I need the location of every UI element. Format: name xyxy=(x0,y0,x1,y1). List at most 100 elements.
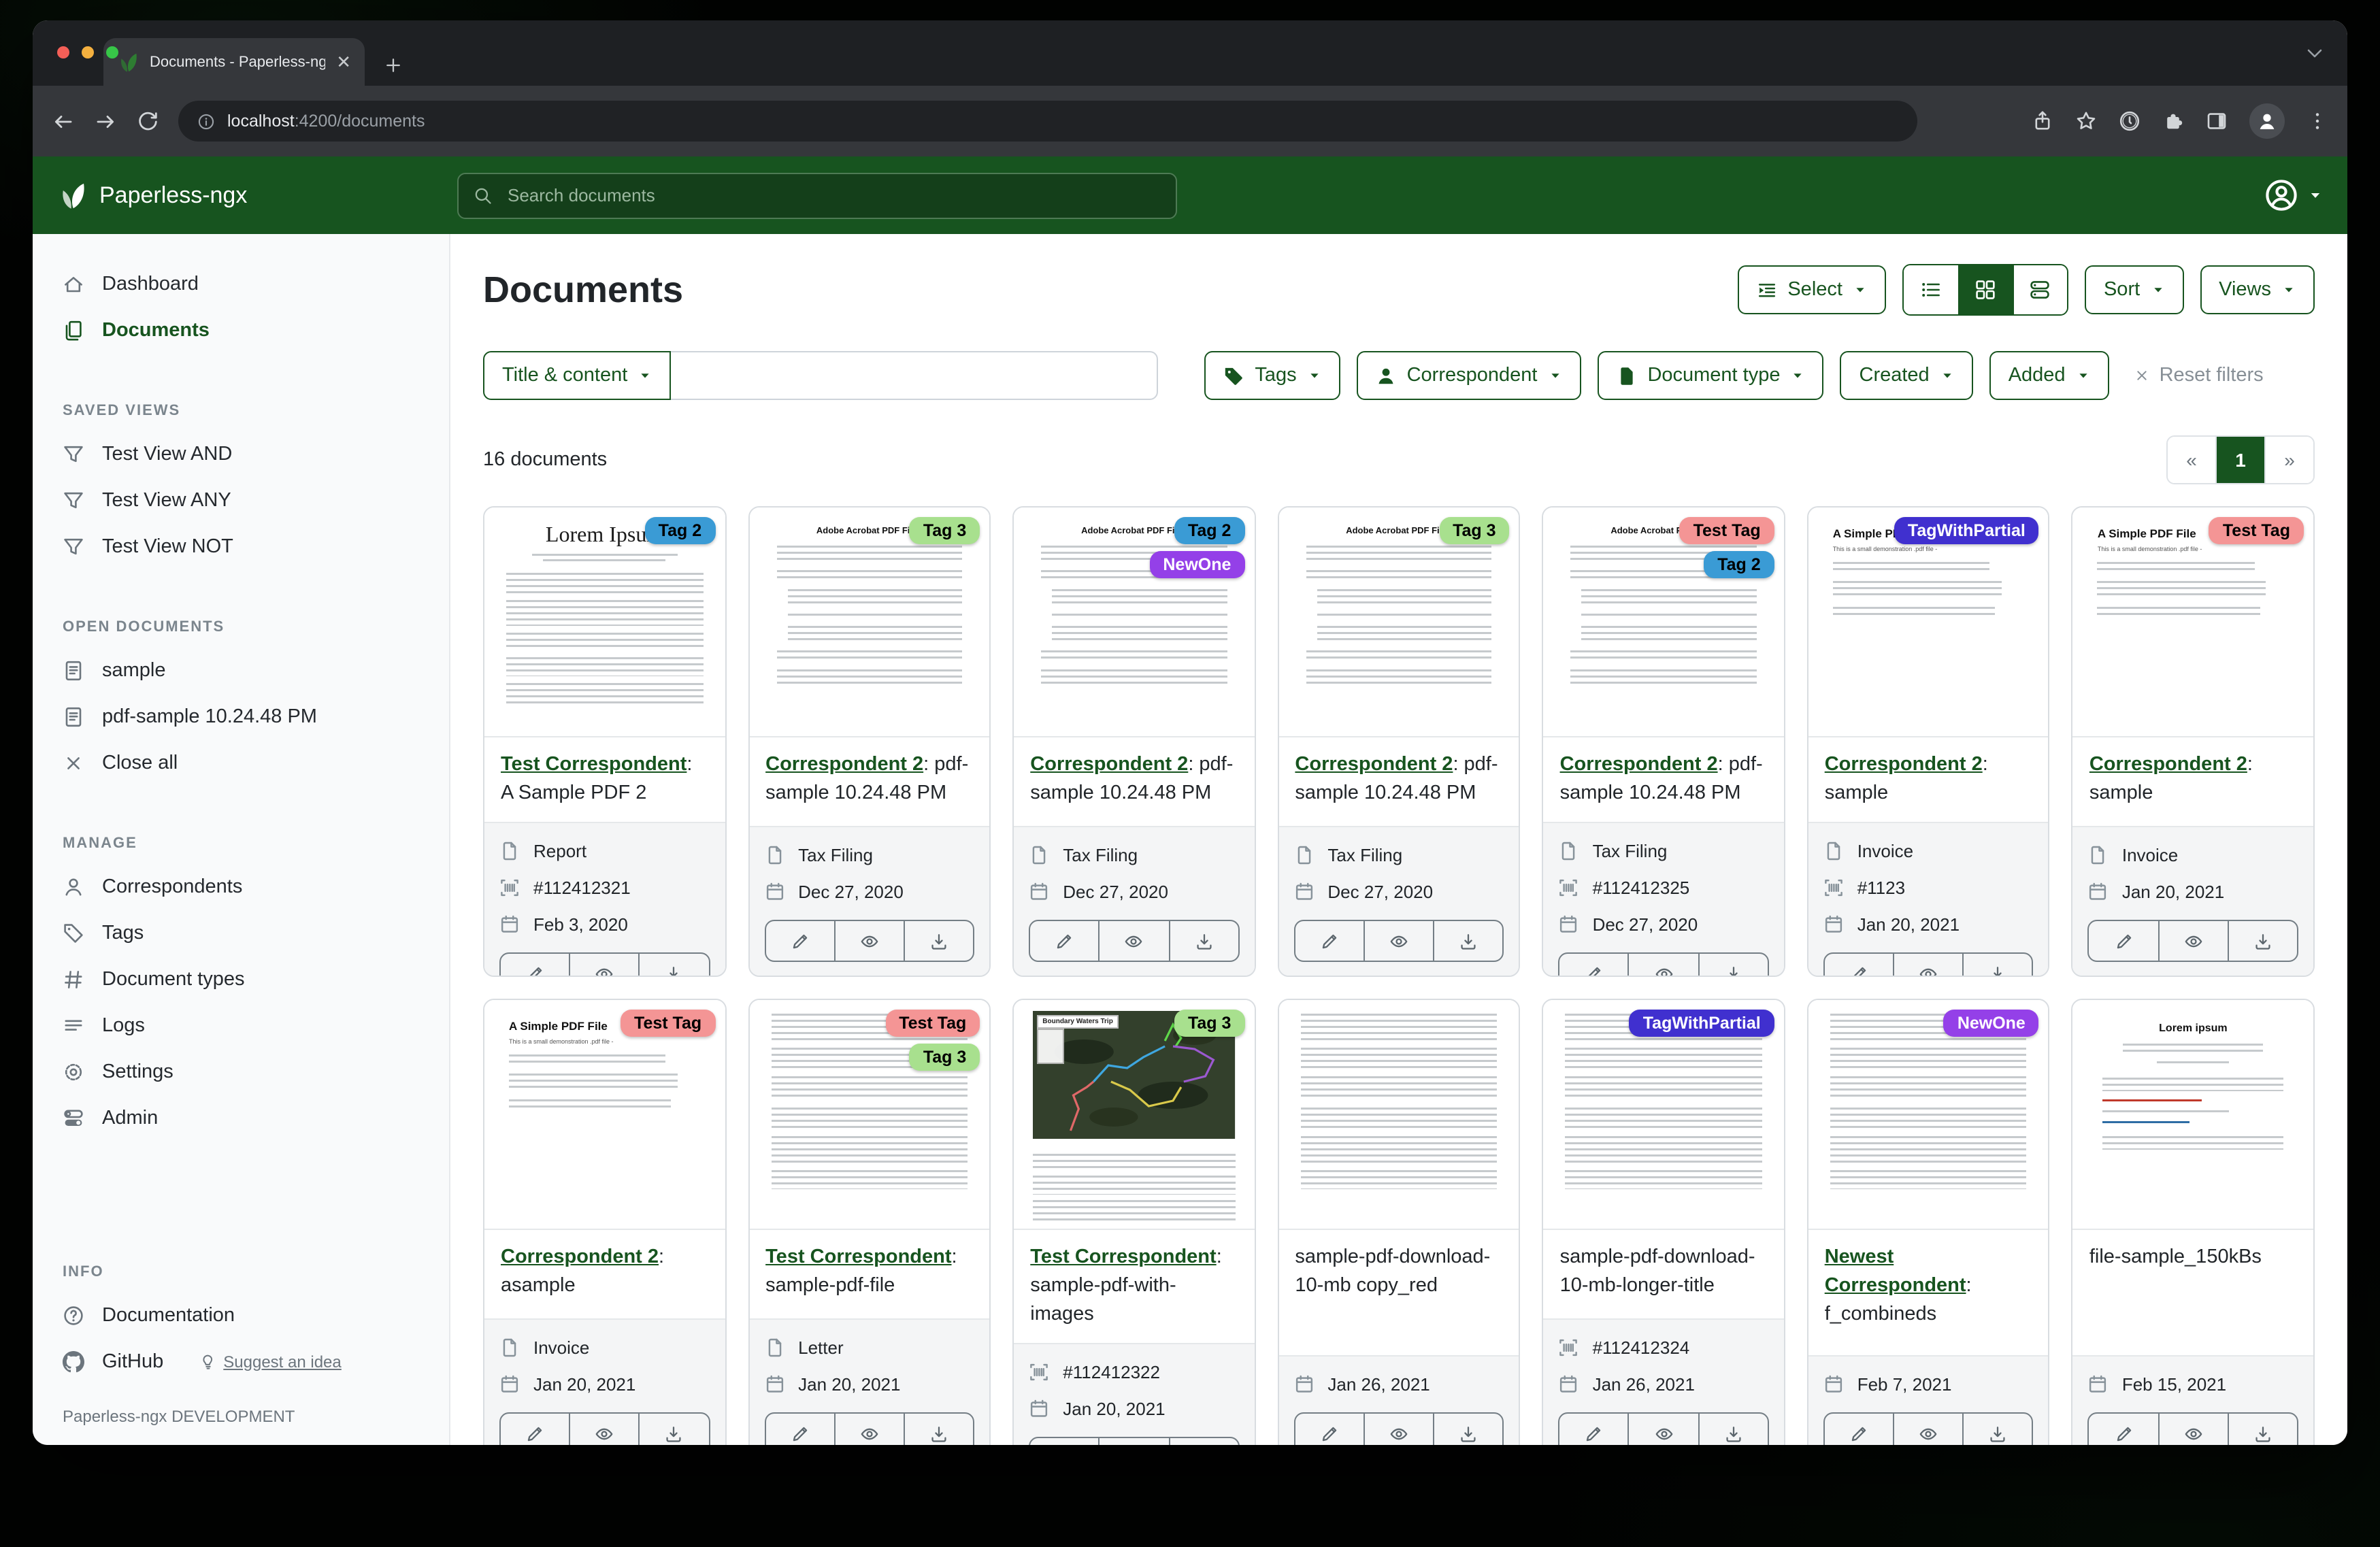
sidebar-item-pdf-sample-10-24-48-pm[interactable]: pdf-sample 10.24.48 PM xyxy=(33,694,449,740)
document-title[interactable]: Test Correspondent: A Sample PDF 2 xyxy=(484,737,725,822)
sidebar-item-sample[interactable]: sample xyxy=(33,648,449,694)
tag-badge-test-tag[interactable]: Test Tag xyxy=(885,1010,980,1037)
edit-button[interactable] xyxy=(1825,954,1893,977)
document-thumbnail[interactable]: A Simple PDF FileThis is a small demonst… xyxy=(484,1000,725,1230)
tag-badge-tag-3[interactable]: Tag 3 xyxy=(910,1044,980,1071)
document-title[interactable]: Correspondent 2: sample xyxy=(1808,737,2049,822)
sidebar-item-logs[interactable]: Logs xyxy=(33,1003,449,1049)
view-grid-button[interactable] xyxy=(1958,265,2013,314)
tag-badge-test-tag[interactable]: Test Tag xyxy=(621,1010,715,1037)
document-title[interactable]: file-sample_150kBs xyxy=(2073,1230,2313,1355)
correspondent-link[interactable]: Correspondent 2 xyxy=(1030,754,1188,776)
bookmark-star-icon[interactable] xyxy=(2075,110,2097,132)
back-button[interactable] xyxy=(52,110,75,133)
window-controls[interactable] xyxy=(57,46,118,59)
document-thumbnail[interactable]: A Simple PDF FileThis is a small demonst… xyxy=(2073,508,2313,737)
global-search-input[interactable] xyxy=(505,184,1161,207)
close-window-button[interactable] xyxy=(57,46,69,59)
sidebar-item-close-all[interactable]: Close all xyxy=(33,740,449,786)
download-button[interactable] xyxy=(2228,921,2297,961)
filter-added-button[interactable]: Added xyxy=(1989,351,2109,400)
document-card[interactable]: NewOneNewest Correspondent: f_combinedsF… xyxy=(1807,999,2050,1445)
edit-button[interactable] xyxy=(501,954,569,977)
forward-button[interactable] xyxy=(94,110,117,133)
download-button[interactable] xyxy=(639,954,708,977)
sidebar-item-document-types[interactable]: Document types xyxy=(33,957,449,1003)
document-title[interactable]: sample-pdf-download-10-mb copy_red xyxy=(1278,1230,1519,1355)
document-card[interactable]: Adobe Acrobat PDF FilesTag 3Corresponden… xyxy=(1277,506,1520,977)
filter-created-button[interactable]: Created xyxy=(1840,351,1973,400)
tag-badge-tagwithpartial[interactable]: TagWithPartial xyxy=(1630,1010,1774,1037)
correspondent-link[interactable]: Correspondent 2 xyxy=(765,754,923,776)
view-button[interactable] xyxy=(1363,921,1433,961)
sort-dropdown-button[interactable]: Sort xyxy=(2085,265,2183,314)
document-title[interactable]: Test Correspondent: sample-pdf-with-imag… xyxy=(1014,1230,1254,1343)
new-tab-button[interactable] xyxy=(384,56,403,75)
edit-button[interactable] xyxy=(1030,1438,1098,1445)
document-card[interactable]: A Simple PDF FileThis is a small demonst… xyxy=(1807,506,2050,977)
document-thumbnail[interactable]: Test Tag Tag 3 xyxy=(749,1000,989,1230)
document-thumbnail[interactable]: Lorem IpsumTag 2 xyxy=(484,508,725,737)
filter-tags-button[interactable]: Tags xyxy=(1204,351,1340,400)
document-thumbnail[interactable]: Adobe Acrobat PDF FilesTag 3 xyxy=(1278,508,1519,737)
tag-badge-tag-2[interactable]: Tag 2 xyxy=(1704,551,1774,578)
sidebar-item-github[interactable]: GitHubSuggest an idea xyxy=(33,1339,449,1385)
view-button[interactable] xyxy=(1893,1414,1962,1445)
view-button[interactable] xyxy=(2158,921,2227,961)
suggest-idea-link[interactable]: Suggest an idea xyxy=(200,1352,342,1371)
sidebar-item-admin[interactable]: Admin xyxy=(33,1095,449,1142)
tag-badge-tag-2[interactable]: Tag 2 xyxy=(645,517,715,544)
tab-list-chevron-icon[interactable] xyxy=(2304,42,2326,64)
user-menu[interactable] xyxy=(2264,178,2323,212)
document-thumbnail[interactable]: Boundary Waters TripTag 3 xyxy=(1014,1000,1254,1230)
download-button[interactable] xyxy=(1698,954,1767,977)
correspondent-link[interactable]: Correspondent 2 xyxy=(1295,754,1453,776)
site-info-icon[interactable] xyxy=(197,112,215,130)
document-card[interactable]: Adobe Acrobat PDF FilesTag 2NewOneCorres… xyxy=(1012,506,1255,977)
download-button[interactable] xyxy=(2228,1414,2297,1445)
document-card[interactable]: sample-pdf-download-10-mb copy_redJan 26… xyxy=(1277,999,1520,1445)
view-button[interactable] xyxy=(1893,954,1962,977)
edit-button[interactable] xyxy=(501,1414,569,1445)
reload-button[interactable] xyxy=(136,110,159,133)
tag-badge-newone[interactable]: NewOne xyxy=(1944,1010,2039,1037)
document-title[interactable]: Correspondent 2: pdf-sample 10.24.48 PM xyxy=(1278,737,1519,826)
document-title[interactable]: Correspondent 2: sample xyxy=(2073,737,2313,826)
extensions-puzzle-icon[interactable] xyxy=(2162,110,2184,132)
minimize-window-button[interactable] xyxy=(82,46,94,59)
download-button[interactable] xyxy=(904,921,973,961)
view-button[interactable] xyxy=(2158,1414,2227,1445)
document-card[interactable]: Lorem ipsumfile-sample_150kBsFeb 15, 202… xyxy=(2072,999,2315,1445)
download-button[interactable] xyxy=(1433,921,1502,961)
document-thumbnail[interactable] xyxy=(1278,1000,1519,1230)
correspondent-link[interactable]: Correspondent 2 xyxy=(1825,754,1983,776)
pagination-page-1[interactable]: 1 xyxy=(2215,437,2264,483)
sidebar-item-tags[interactable]: Tags xyxy=(33,910,449,957)
view-button[interactable] xyxy=(1099,1438,1168,1445)
download-button[interactable] xyxy=(1168,921,1238,961)
correspondent-link[interactable]: Correspondent 2 xyxy=(2089,754,2247,776)
correspondent-link[interactable]: Test Correspondent xyxy=(501,754,687,776)
document-title[interactable]: Correspondent 2: pdf-sample 10.24.48 PM xyxy=(749,737,989,826)
download-button[interactable] xyxy=(1698,1414,1767,1445)
filter-document-type-button[interactable]: Document type xyxy=(1597,351,1823,400)
document-card[interactable]: TagWithPartialsample-pdf-download-10-mb-… xyxy=(1542,999,1785,1445)
sidebar-item-dashboard[interactable]: Dashboard xyxy=(33,261,449,307)
document-title[interactable]: Correspondent 2: asample xyxy=(484,1230,725,1318)
document-thumbnail[interactable]: NewOne xyxy=(1808,1000,2049,1230)
app-brand[interactable]: Paperless-ngx xyxy=(57,180,247,210)
edit-button[interactable] xyxy=(1030,921,1098,961)
download-button[interactable] xyxy=(1433,1414,1502,1445)
sidebar-item-correspondents[interactable]: Correspondents xyxy=(33,864,449,910)
password-manager-icon[interactable] xyxy=(2119,110,2141,132)
document-card[interactable]: A Simple PDF FileThis is a small demonst… xyxy=(483,999,726,1445)
reset-filters-button[interactable]: Reset filters xyxy=(2134,365,2264,386)
edit-button[interactable] xyxy=(1560,1414,1628,1445)
browser-profile-avatar[interactable] xyxy=(2249,103,2285,139)
address-bar[interactable]: localhost:4200/documents xyxy=(178,101,1917,142)
sidebar-item-test-view-any[interactable]: Test View ANY xyxy=(33,478,449,524)
correspondent-link[interactable]: Newest Correspondent xyxy=(1825,1246,1966,1297)
view-button[interactable] xyxy=(1628,954,1698,977)
download-button[interactable] xyxy=(1962,1414,2032,1445)
browser-tab[interactable]: Documents - Paperless-ngx ✕ xyxy=(103,38,365,86)
